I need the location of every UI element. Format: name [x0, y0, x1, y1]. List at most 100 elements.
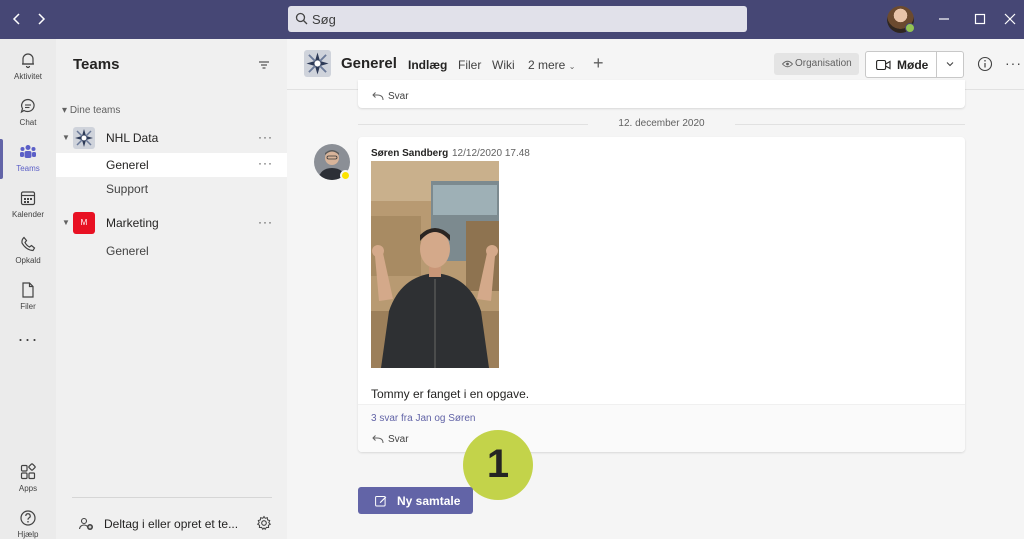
channel-item-generel[interactable]: Generel [56, 239, 287, 263]
post-footer: 3 svar fra Jan og Søren Svar [358, 404, 965, 452]
team-row-marketing[interactable]: ▼ M Marketing ··· [56, 212, 287, 236]
search-icon [295, 12, 308, 25]
post-timestamp: 12/12/2020 17.48 [452, 148, 530, 159]
eye-icon [782, 60, 793, 68]
more-options-icon[interactable]: ··· [258, 215, 273, 229]
rail-item-chat[interactable]: Chat [0, 91, 56, 137]
rail-item-calendar[interactable]: Kalender [0, 183, 56, 229]
channel-name: Generel [106, 244, 149, 258]
gear-icon[interactable] [256, 515, 272, 531]
team-name: NHL Data [106, 131, 159, 145]
meet-button[interactable]: Møde [865, 51, 964, 78]
reply-arrow-icon [371, 434, 384, 445]
close-icon[interactable] [1001, 10, 1019, 28]
calendar-icon [19, 189, 37, 207]
more-options-icon[interactable]: ··· [1005, 55, 1022, 71]
divider [735, 124, 965, 125]
forward-arrow-icon[interactable] [32, 10, 50, 28]
organization-button[interactable]: Organisation [774, 53, 859, 75]
section-label[interactable]: ▾ Dine teams [62, 105, 120, 116]
rail-label: Chat [19, 118, 37, 127]
conversation-feed: Svar 12. december 2020 Søren Sandberg 12… [287, 80, 1024, 539]
channel-item-support[interactable]: Support [56, 177, 287, 201]
search-box[interactable] [288, 6, 747, 32]
reply-button[interactable]: Svar [371, 433, 431, 447]
team-row-nhl-data[interactable]: ▼ NHL Data ··· [56, 127, 287, 151]
divider [72, 497, 272, 498]
caret-down-icon: ▼ [62, 133, 70, 142]
tab-more[interactable]: 2 mere ⌄ [528, 58, 575, 72]
filter-icon[interactable] [257, 58, 271, 72]
rail-label: Teams [16, 164, 40, 173]
add-people-icon [78, 516, 94, 532]
callout-badge: 1 [463, 430, 533, 500]
rail-item-calls[interactable]: Opkald [0, 229, 56, 275]
chevron-down-icon: ⌄ [568, 62, 576, 71]
caret-down-icon: ▼ [62, 218, 70, 227]
reply-arrow-icon [371, 91, 384, 102]
channel-item-generel[interactable]: Generel ··· [56, 153, 287, 177]
reply-label: Svar [388, 434, 409, 445]
bell-icon [19, 51, 37, 69]
replies-link[interactable]: 3 svar fra Jan og Søren [371, 413, 476, 424]
previous-post-card: Svar [358, 80, 965, 108]
presence-available-icon [905, 23, 915, 33]
join-or-create-team[interactable]: Deltag i eller opret et te... [78, 514, 278, 534]
organization-label: Organisation [795, 58, 852, 69]
channel-title: Generel [341, 55, 397, 72]
back-arrow-icon[interactable] [8, 10, 26, 28]
post-message: Tommy er fanget i en opgave. [371, 387, 530, 401]
tab-files[interactable]: Filer [458, 58, 481, 72]
compose-icon [375, 495, 387, 507]
apps-icon [19, 463, 37, 481]
more-options-icon[interactable]: ··· [258, 130, 273, 144]
date-separator: 12. december 2020 [358, 117, 965, 131]
new-conversation-button[interactable]: Ny samtale [358, 487, 473, 514]
channel-name: Generel [106, 158, 149, 172]
rail-item-help[interactable]: Hjælp [0, 503, 56, 539]
rail-item-activity[interactable]: Aktivitet [0, 45, 56, 91]
rail-label: Hjælp [17, 530, 39, 539]
title-bar [0, 0, 1024, 39]
divider [936, 52, 937, 77]
team-logo: M [73, 212, 95, 234]
tab-wiki[interactable]: Wiki [492, 58, 515, 72]
rail-item-teams[interactable]: Teams [0, 137, 56, 183]
post-card: Søren Sandberg 12/12/2020 17.48 Tommy er… [358, 137, 965, 452]
team-logo [73, 127, 95, 149]
reply-label: Svar [388, 91, 409, 102]
rail-label: Filer [20, 302, 36, 311]
app-rail: Aktivitet Chat Teams Kalender Opkald Fil… [0, 39, 56, 539]
team-name: Marketing [106, 216, 159, 230]
callout-number: 1 [486, 442, 510, 486]
rail-label: Aktivitet [13, 72, 42, 81]
reply-button[interactable]: Svar [371, 90, 431, 104]
minimize-icon[interactable] [935, 10, 953, 28]
info-icon[interactable] [977, 56, 993, 72]
meet-label: Møde [897, 58, 929, 72]
file-icon [19, 281, 37, 299]
teams-icon [19, 143, 37, 161]
add-tab-icon[interactable]: + [593, 53, 604, 74]
team-logo-letter: M [80, 218, 88, 227]
maximize-icon[interactable] [971, 10, 989, 28]
post-author[interactable]: Søren Sandberg [371, 148, 448, 159]
tab-posts[interactable]: Indlæg [408, 58, 447, 72]
new-conversation-label: Ny samtale [397, 494, 461, 508]
more-apps-button[interactable]: ··· [0, 329, 56, 350]
rail-label: Apps [18, 484, 38, 493]
rail-item-apps[interactable]: Apps [0, 457, 56, 503]
rail-item-files[interactable]: Filer [0, 275, 56, 321]
chevron-down-icon[interactable] [945, 60, 955, 68]
channel-logo [304, 50, 331, 77]
rail-label: Kalender [11, 210, 45, 219]
chat-icon [19, 97, 37, 115]
panel-title: Teams [73, 56, 120, 73]
search-input[interactable] [312, 6, 732, 32]
presence-away-icon [340, 170, 351, 181]
channel-name: Support [106, 182, 149, 196]
video-camera-icon [876, 59, 891, 71]
post-image[interactable] [371, 161, 499, 368]
rail-label: Opkald [15, 256, 41, 265]
more-options-icon[interactable]: ··· [258, 156, 273, 170]
